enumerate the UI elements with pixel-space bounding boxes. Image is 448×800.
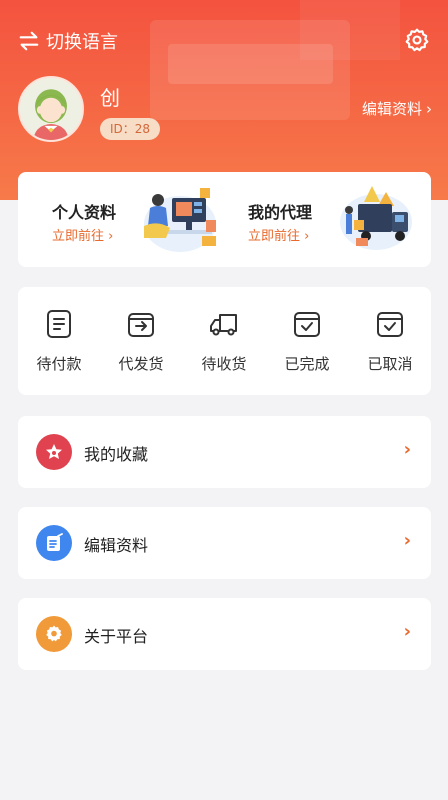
box-check-icon xyxy=(294,312,320,337)
order-completed[interactable]: 已完成 xyxy=(266,287,348,395)
menu-item-label: 关于平台 xyxy=(84,627,149,646)
edit-profile-link-label: 编辑资料 xyxy=(361,100,422,118)
order-status-label: 已取消 xyxy=(367,355,413,373)
quick-link-title: 我的代理 xyxy=(248,203,313,222)
quick-link-action: 立即前往 › xyxy=(248,229,310,244)
quick-link-action: 立即前往 › xyxy=(52,229,114,244)
document-icon xyxy=(47,310,71,338)
user-id-badge: ID：28 xyxy=(100,118,161,140)
edit-icon xyxy=(36,525,72,561)
order-awaiting-receipt[interactable]: 待收货 xyxy=(183,287,265,395)
quick-link-title: 个人资料 xyxy=(52,203,117,222)
settings-button[interactable] xyxy=(404,27,430,53)
order-pending-payment[interactable]: 待付款 xyxy=(18,287,100,395)
order-status-label: 已完成 xyxy=(284,355,330,373)
order-cancelled[interactable]: 已取消 xyxy=(349,287,431,395)
order-status-label: 待付款 xyxy=(36,355,82,373)
outbox-icon xyxy=(128,313,154,337)
menu-item-label: 编辑资料 xyxy=(84,536,149,555)
star-icon xyxy=(36,434,72,470)
delivery-truck-illustration-icon xyxy=(340,186,412,250)
gear-icon xyxy=(405,28,429,52)
chevron-right-icon: › xyxy=(426,99,432,118)
username: 创 xyxy=(100,86,120,110)
language-switch-button[interactable]: 切换语言 xyxy=(18,26,118,56)
menu-item-favorites[interactable]: 我的收藏 › xyxy=(18,416,431,488)
box-check-icon xyxy=(377,312,403,337)
menu-item-label: 我的收藏 xyxy=(84,445,149,464)
quick-link-my-agent[interactable]: 我的代理 立即前往 › xyxy=(214,172,420,267)
profile-section: 创 ID：28 编辑资料 › xyxy=(0,76,448,146)
quick-links-card: 个人资料 立即前往 › 我的代理 立即前往 › xyxy=(18,172,431,267)
menu-item-edit-profile[interactable]: 编辑资料 › xyxy=(18,507,431,579)
quick-link-personal-info[interactable]: 个人资料 立即前往 › xyxy=(18,172,224,267)
order-awaiting-shipment[interactable]: 代发货 xyxy=(100,287,182,395)
office-worker-illustration-icon xyxy=(144,188,216,252)
menu-item-about-platform[interactable]: 关于平台 › xyxy=(18,598,431,670)
user-avatar-icon xyxy=(20,78,82,140)
order-status-label: 代发货 xyxy=(118,355,164,373)
order-status-card: 待付款 代发货 待收货 已完成 已取消 xyxy=(18,287,431,395)
truck-icon xyxy=(210,314,237,336)
order-status-label: 待收货 xyxy=(201,355,247,373)
chevron-right-icon: › xyxy=(403,439,411,460)
chevron-right-icon: › xyxy=(403,530,411,551)
avatar[interactable] xyxy=(18,76,84,142)
top-bar: 切换语言 xyxy=(0,24,448,58)
chevron-right-icon: › xyxy=(403,621,411,642)
settings-icon xyxy=(36,616,72,652)
swap-arrows-icon xyxy=(19,31,39,51)
language-switch-label: 切换语言 xyxy=(46,32,118,53)
edit-profile-link[interactable]: 编辑资料 › xyxy=(362,98,432,119)
